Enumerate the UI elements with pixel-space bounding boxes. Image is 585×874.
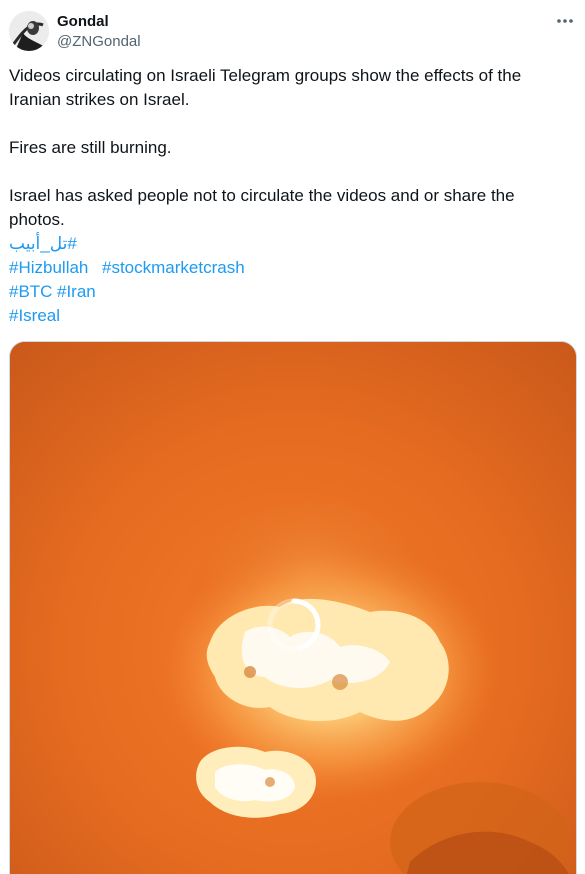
avatar-photo	[9, 11, 49, 51]
hashtag-isreal[interactable]: #Isreal	[9, 304, 60, 328]
more-options-button[interactable]	[552, 10, 578, 32]
hashtag-tel-aviv[interactable]: #تل_أبيب	[9, 232, 77, 256]
avatar[interactable]	[9, 11, 49, 51]
more-horizontal-icon	[557, 19, 573, 23]
hashtag-stockmarketcrash[interactable]: #stockmarketcrash	[102, 256, 245, 280]
tweet-text-line-2: Iranian strikes on Israel.	[9, 90, 190, 109]
hashtag-btc[interactable]: #BTC	[9, 280, 52, 304]
tweet: Gondal @ZNGondal Videos circulating on I…	[0, 0, 585, 874]
loading-spinner-icon	[264, 595, 324, 655]
tweet-text-line-5: photos.	[9, 210, 65, 229]
author-handle[interactable]: @ZNGondal	[57, 32, 141, 52]
hashtag-hizbullah[interactable]: #Hizbullah	[9, 256, 88, 280]
tweet-text-line-3: Fires are still burning.	[9, 138, 172, 157]
author-display-name[interactable]: Gondal	[57, 12, 109, 32]
hashtag-iran[interactable]: #Iran	[57, 280, 96, 304]
tweet-text-line-4: Israel has asked people not to circulate…	[9, 186, 515, 205]
tweet-text-line-1: Videos circulating on Israeli Telegram g…	[9, 66, 522, 85]
